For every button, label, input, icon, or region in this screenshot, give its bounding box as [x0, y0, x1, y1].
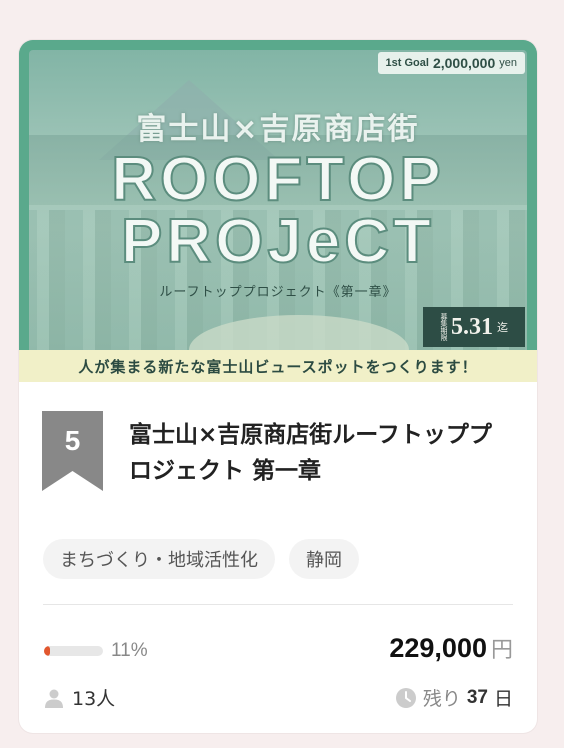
- progress-bar: [44, 646, 103, 656]
- tag-list: まちづくり・地域活性化 静岡: [43, 539, 359, 579]
- supporters: 13人: [44, 684, 115, 711]
- rank-badge: 5: [42, 411, 103, 491]
- supporters-count: 13人: [72, 688, 116, 710]
- person-icon: [45, 689, 63, 708]
- goal-badge: 1st Goal 2,000,000 yen: [377, 52, 525, 74]
- deadline-badge: 募集期限 5.31 迄: [423, 307, 525, 347]
- banner-title-jp: 富士山×吉原商店街: [136, 112, 420, 147]
- remaining-days: 残り 37 日: [395, 684, 513, 711]
- deadline-label: 募集期限: [440, 313, 448, 341]
- goal-label: 1st Goal: [385, 57, 429, 69]
- remaining-label: 残り: [422, 688, 461, 710]
- remaining-days-value: 37: [466, 686, 488, 708]
- deadline-date: 5.31: [451, 313, 493, 340]
- divider: [43, 604, 513, 605]
- banner-tagline: 人が集まる新たな富士山ビュースポットをつくります！: [19, 350, 537, 382]
- tag-category[interactable]: まちづくり・地域活性化: [43, 539, 275, 579]
- goal-amount: 2,000,000: [432, 55, 496, 71]
- clock-icon: [395, 687, 416, 708]
- project-title[interactable]: 富士山×吉原商店街ルーフトッププロジェクト 第一章: [129, 417, 509, 489]
- remaining-days-unit: 日: [493, 688, 513, 710]
- project-card[interactable]: 1st Goal 2,000,000 yen 富士山×吉原商店街 ROOFTOP…: [19, 40, 537, 733]
- banner-title-line2: PROJeCT: [120, 206, 435, 277]
- funded-amount: 229,000 円: [389, 632, 513, 664]
- tag-region[interactable]: 静岡: [289, 539, 359, 579]
- amount-currency: 円: [490, 638, 513, 663]
- progress-fill: [44, 646, 51, 656]
- goal-currency: yen: [499, 57, 517, 69]
- rank-number: 5: [64, 425, 81, 456]
- progress-percent: 11%: [111, 640, 148, 661]
- banner-subtitle: ルーフトッププロジェクト《第一章》: [159, 285, 397, 300]
- amount-value: 229,000: [389, 633, 487, 663]
- banner-title-line1: ROOFTOP: [110, 144, 445, 215]
- deadline-suffix: 迄: [497, 321, 508, 334]
- project-banner-image[interactable]: 1st Goal 2,000,000 yen 富士山×吉原商店街 ROOFTOP…: [19, 40, 537, 382]
